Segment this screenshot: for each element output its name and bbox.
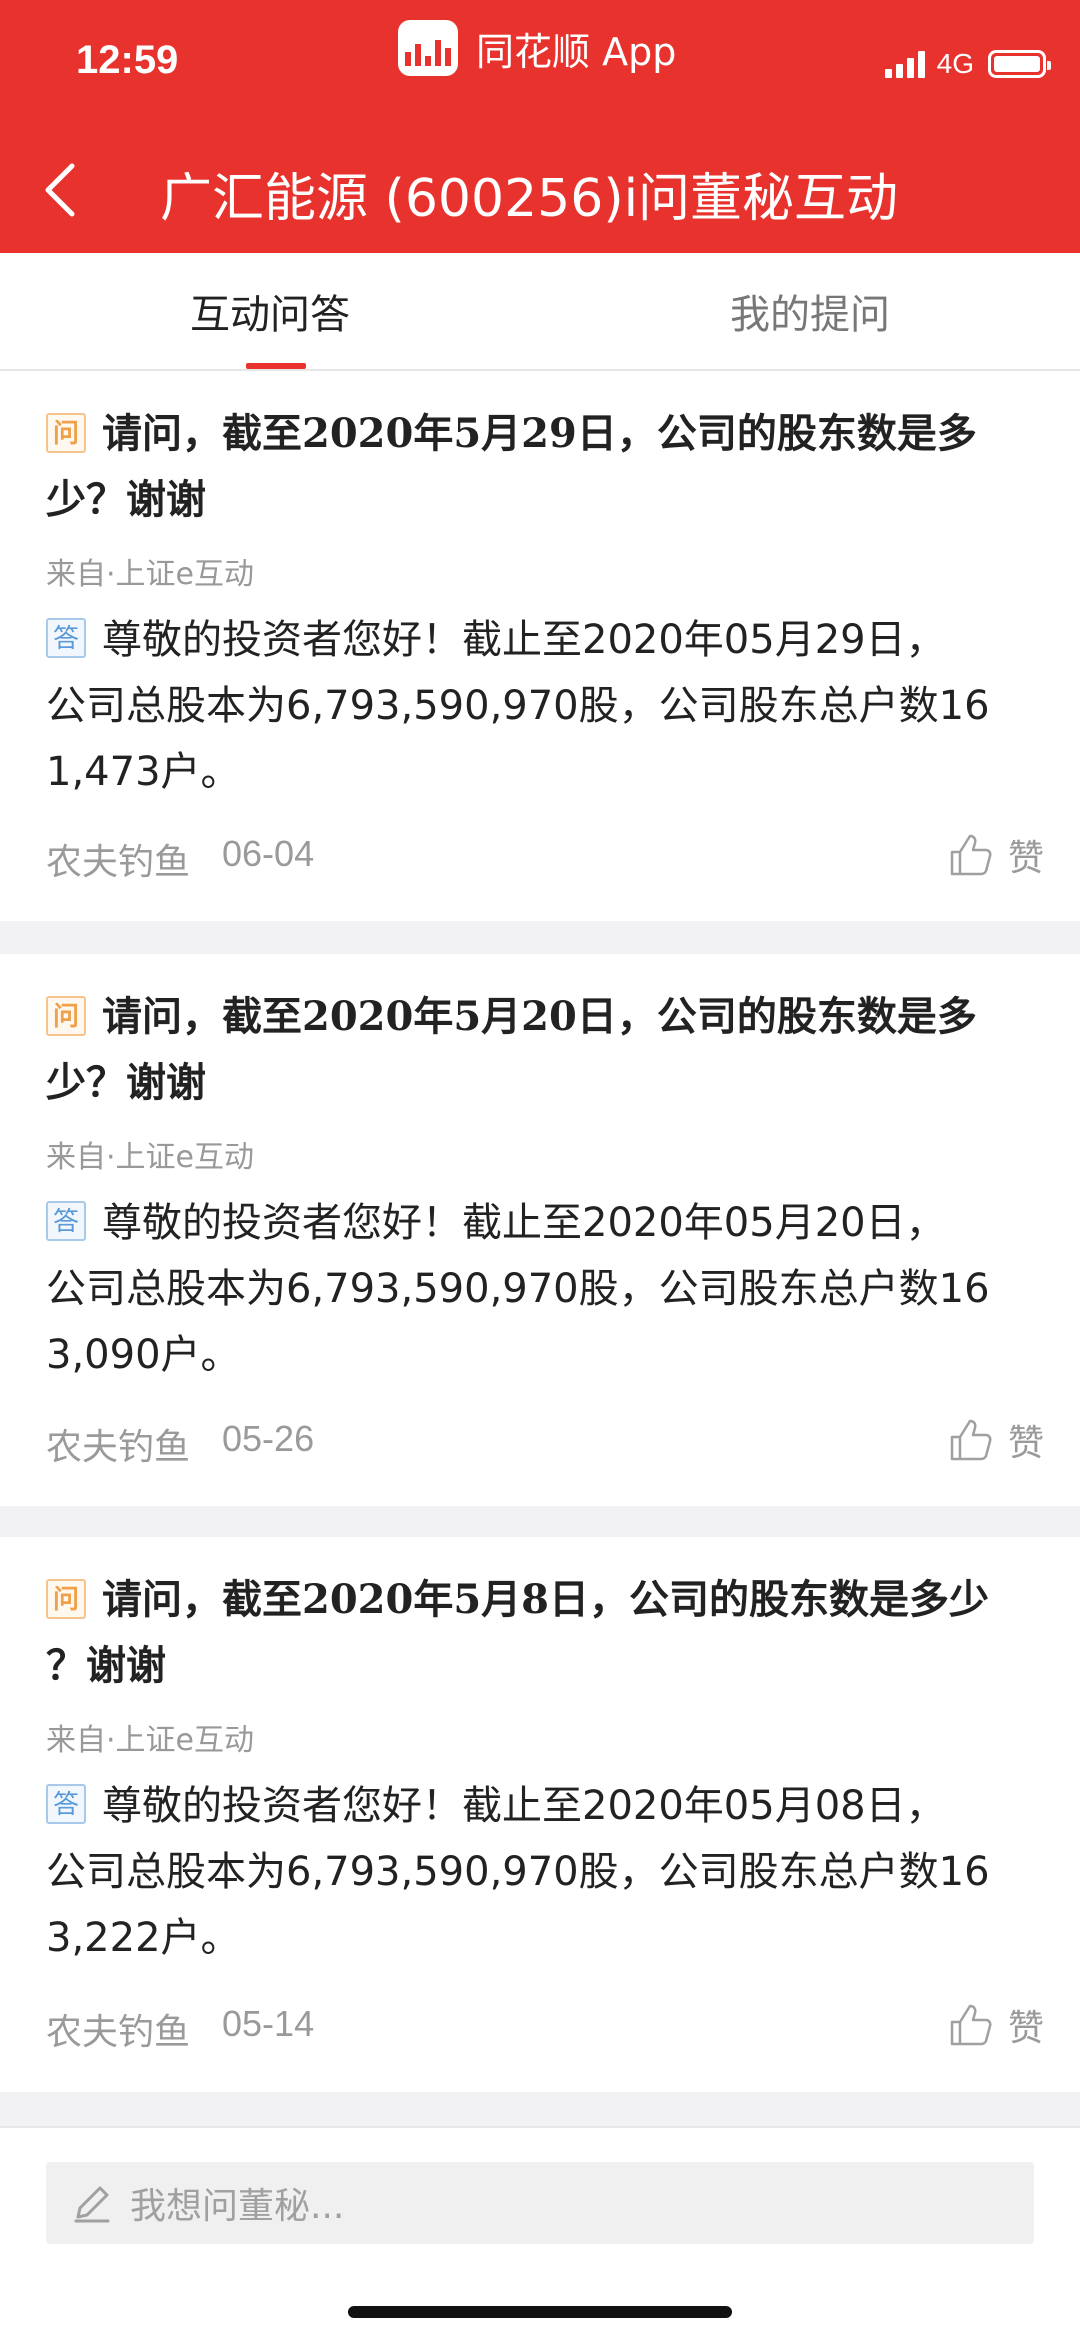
answer-text: 答尊敬的投资者您好！截止至2020年05月08日， 公司总股本为6,793,59… [46, 1783, 990, 1961]
qa-card[interactable]: 问请问，截至2020年5月29日，公司的股东数是多 少？谢谢 来自·上证e互动 … [0, 371, 1080, 921]
thumbs-up-icon [950, 834, 992, 876]
bottom-bar: 我想问董秘... [0, 2126, 1080, 2341]
author-name: 农夫钓鱼 [46, 842, 191, 883]
pencil-icon [74, 2186, 110, 2223]
like-button[interactable]: 赞 [948, 1414, 1044, 1466]
active-tab-indicator [246, 363, 306, 369]
battery-icon [988, 50, 1051, 78]
qa-card[interactable]: 问请问，截至2020年5月20日，公司的股东数是多 少？谢谢 来自·上证e互动 … [0, 954, 1080, 1506]
answer-tag: 答 [46, 1784, 86, 1824]
tab-bar: 互动问答 我的提问 [0, 253, 1080, 371]
post-date: 05-26 [222, 1418, 315, 1459]
thumbs-up-icon [950, 1419, 992, 1461]
qa-card[interactable]: 问请问，截至2020年5月8日，公司的股东数是多少 ？谢谢 来自·上证e互动 答… [0, 1537, 1080, 2092]
thumbs-up-icon [950, 2004, 992, 2046]
question-tag: 问 [46, 1579, 86, 1619]
app-logo-icon [398, 20, 458, 76]
like-button[interactable]: 赞 [948, 1999, 1044, 2051]
like-button[interactable]: 赞 [948, 829, 1044, 881]
like-label: 赞 [1007, 2008, 1044, 2049]
post-meta: 农夫钓鱼 05-26 [46, 1418, 314, 1470]
ask-placeholder: 我想问董秘... [130, 2186, 345, 2227]
app-header: 12:59 同花顺 App 4G 广汇能源 (600256)i问董秘互动 [0, 0, 1080, 253]
tab-label: 互动问答 [190, 292, 350, 338]
answer-tag: 答 [46, 618, 86, 658]
post-meta: 农夫钓鱼 06-04 [46, 833, 314, 885]
question-tag: 问 [46, 996, 86, 1036]
signal-icon [884, 50, 925, 78]
status-app-name: 同花顺 App [476, 29, 677, 74]
question-tag: 问 [46, 413, 86, 453]
status-app-indicator: 同花顺 App [398, 18, 676, 78]
author-name: 农夫钓鱼 [46, 2012, 191, 2053]
tab-my-questions[interactable]: 我的提问 [540, 253, 1080, 369]
answer-text: 答尊敬的投资者您好！截止至2020年05月29日， 公司总股本为6,793,59… [46, 617, 990, 795]
tab-interactive-qa[interactable]: 互动问答 [0, 253, 540, 369]
question-text: 问请问，截至2020年5月29日，公司的股东数是多 少？谢谢 [46, 410, 977, 523]
post-meta: 农夫钓鱼 05-14 [46, 2003, 314, 2055]
answer-tag: 答 [46, 1201, 86, 1241]
author-name: 农夫钓鱼 [46, 1427, 191, 1468]
source-label: 来自·上证e互动 [46, 557, 254, 592]
post-date: 06-04 [222, 833, 315, 874]
question-text: 问请问，截至2020年5月8日，公司的股东数是多少 ？谢谢 [46, 1576, 989, 1689]
network-type: 4G [936, 48, 974, 79]
question-text: 问请问，截至2020年5月20日，公司的股东数是多 少？谢谢 [46, 993, 977, 1106]
home-indicator [348, 2306, 732, 2318]
tab-label: 我的提问 [730, 292, 890, 338]
ask-question-input[interactable]: 我想问董秘... [46, 2162, 1034, 2244]
source-label: 来自·上证e互动 [46, 1723, 254, 1758]
post-date: 05-14 [222, 2003, 315, 2044]
back-button[interactable] [40, 150, 100, 230]
source-label: 来自·上证e互动 [46, 1140, 254, 1175]
back-arrow-icon [45, 163, 75, 217]
status-time: 12:59 [76, 38, 179, 82]
answer-text: 答尊敬的投资者您好！截止至2020年05月20日， 公司总股本为6,793,59… [46, 1200, 990, 1378]
like-label: 赞 [1007, 838, 1044, 879]
status-right: 4G [884, 48, 1051, 80]
like-label: 赞 [1007, 1423, 1044, 1464]
page-title: 广汇能源 (600256)i问董秘互动 [160, 169, 899, 229]
